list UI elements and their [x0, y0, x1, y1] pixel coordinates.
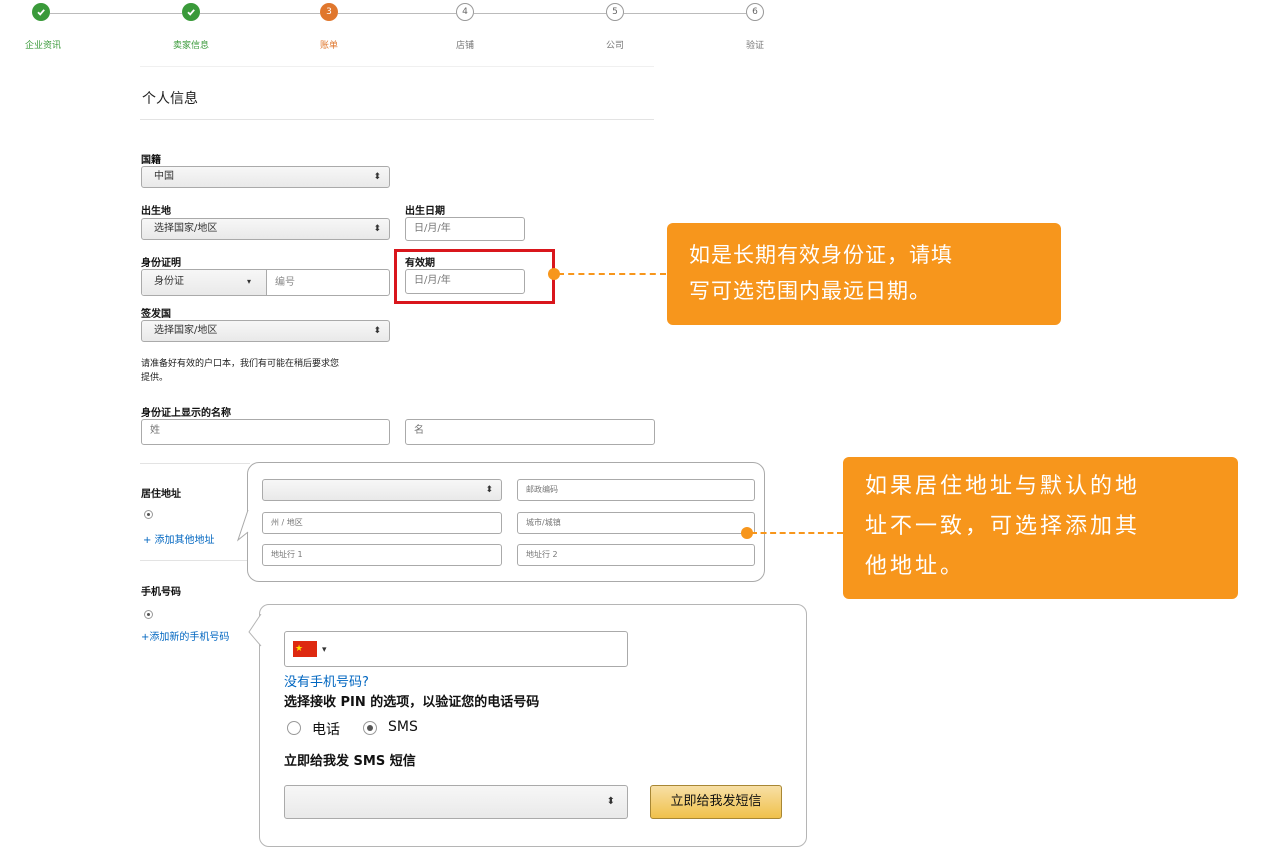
- step-6-number: 6: [746, 3, 764, 21]
- step-5-number: 5: [606, 3, 624, 21]
- state-placeholder: 州 / 地区: [271, 518, 303, 527]
- address-line1-placeholder: 地址行 1: [271, 550, 303, 559]
- issuing-country-label: 签发国: [141, 309, 171, 320]
- issuing-country-select[interactable]: 选择国家/地区 ⬍: [141, 320, 390, 342]
- step-2-label: 卖家信息: [172, 41, 210, 51]
- id-type-value: 身份证: [154, 276, 184, 287]
- caret-down-icon: ▾: [247, 277, 252, 286]
- address-line1-input[interactable]: 地址行 1: [262, 544, 502, 566]
- id-proof-label: 身份证明: [141, 258, 181, 269]
- option-call-label: 电话: [312, 722, 340, 738]
- address-popup-tail: [237, 510, 249, 542]
- address-divider: [140, 463, 250, 464]
- china-flag-icon[interactable]: ★: [293, 641, 317, 657]
- phone-number-input[interactable]: ★ ▾: [284, 631, 628, 667]
- address-callout-line-2: 址不一致，可选择添加其: [865, 514, 1141, 539]
- birthplace-select[interactable]: 选择国家/地区 ⬍: [141, 218, 390, 240]
- select-arrows-icon: ⬍: [373, 224, 381, 234]
- phone-label: 手机号码: [141, 587, 181, 598]
- city-placeholder: 城市/城镇: [526, 518, 561, 527]
- step-connector: [338, 13, 456, 14]
- birthplace-label: 出生地: [141, 206, 171, 217]
- step-6-label: 验证: [745, 41, 765, 51]
- expiry-callout-line: [558, 273, 666, 275]
- section-title: 个人信息: [142, 91, 198, 107]
- id-number-placeholder: 编号: [275, 277, 295, 288]
- option-sms-radio[interactable]: [363, 721, 377, 735]
- surname-placeholder: 姓: [150, 425, 160, 436]
- sms-select[interactable]: ⬍: [284, 785, 628, 819]
- address-popup: ⬍ 邮政编码 州 / 地区 城市/城镇 地址行 1 地址行 2: [247, 462, 765, 582]
- nationality-select[interactable]: 中国 ⬍: [141, 166, 390, 188]
- no-phone-link[interactable]: 没有手机号码?: [284, 671, 369, 690]
- address-radio[interactable]: [144, 510, 153, 519]
- address-line2-input[interactable]: 地址行 2: [517, 544, 755, 566]
- expiry-callout-line-2: 写可选范围内最远日期。: [689, 279, 931, 303]
- id-proof-group: 身份证 ▾ 编号: [141, 269, 390, 296]
- birth-date-input[interactable]: 日/月/年: [405, 217, 525, 241]
- step-3-label: 账单: [319, 41, 339, 51]
- option-call-radio[interactable]: [287, 721, 301, 735]
- step-3-number: 3: [320, 3, 338, 21]
- id-name-label: 身份证上显示的名称: [141, 408, 231, 419]
- step-1-check-icon: [32, 3, 50, 21]
- section-divider: [140, 119, 654, 120]
- select-arrows-icon: ⬍: [373, 326, 381, 336]
- top-divider: [140, 66, 654, 67]
- step-connector: [624, 13, 746, 14]
- surname-input[interactable]: 姓: [141, 419, 390, 445]
- flag-star-icon: ★: [295, 644, 304, 654]
- add-phone-link[interactable]: +添加新的手机号码: [141, 628, 229, 643]
- pin-heading: 选择接收 PIN 的选项，以验证您的电话号码: [284, 695, 540, 710]
- step-2-check-icon: [182, 3, 200, 21]
- nationality-value: 中国: [154, 171, 174, 182]
- step-connector: [200, 13, 320, 14]
- step-5-label: 公司: [605, 41, 625, 51]
- option-sms-label: SMS: [388, 719, 418, 735]
- postcode-input[interactable]: 邮政编码: [517, 479, 755, 501]
- address-country-select[interactable]: ⬍: [262, 479, 502, 501]
- birth-date-placeholder: 日/月/年: [414, 223, 451, 234]
- phone-radio[interactable]: [144, 610, 153, 619]
- expiry-callout-line-1: 如是长期有效身份证，请填: [689, 243, 953, 267]
- address-callout: 如果居住地址与默认的地 址不一致，可选择添加其 他地址。: [843, 457, 1238, 599]
- select-arrows-icon: ⬍: [485, 485, 493, 495]
- postcode-placeholder: 邮政编码: [526, 485, 558, 494]
- given-name-placeholder: 名: [414, 425, 424, 436]
- given-name-input[interactable]: 名: [405, 419, 655, 445]
- phone-popup-tail: [248, 614, 262, 647]
- id-type-select[interactable]: 身份证 ▾: [142, 270, 267, 295]
- address-callout-line: [751, 532, 843, 534]
- birth-date-label: 出生日期: [405, 206, 445, 217]
- birthplace-value: 选择国家/地区: [154, 223, 218, 234]
- address-callout-line-3: 他地址。: [865, 554, 966, 579]
- issuing-country-value: 选择国家/地区: [154, 325, 218, 336]
- city-input[interactable]: 城市/城镇: [517, 512, 755, 534]
- step-4-label: 店铺: [455, 41, 475, 51]
- step-4-number: 4: [456, 3, 474, 21]
- help-text-line-2: 提供。: [141, 373, 169, 383]
- phone-divider: [140, 560, 252, 561]
- select-arrows-icon: ⬍: [606, 796, 615, 807]
- send-sms-button[interactable]: 立即给我发短信: [650, 785, 782, 819]
- nationality-label: 国籍: [141, 155, 161, 166]
- help-text: 请准备好有效的户口本，我们有可能在稍后要求您 提供。: [141, 357, 339, 385]
- state-input[interactable]: 州 / 地区: [262, 512, 502, 534]
- sms-heading: 立即给我发 SMS 短信: [284, 754, 416, 769]
- address-callout-line-1: 如果居住地址与默认的地: [865, 474, 1141, 499]
- phone-popup: ★ ▾ 没有手机号码? 选择接收 PIN 的选项，以验证您的电话号码 电话 SM…: [259, 604, 807, 847]
- step-connector: [50, 13, 182, 14]
- expiry-highlight-box: [394, 249, 555, 304]
- address-line2-placeholder: 地址行 2: [526, 550, 558, 559]
- address-label: 居住地址: [141, 489, 181, 500]
- select-arrows-icon: ⬍: [373, 172, 381, 182]
- id-number-input[interactable]: 编号: [275, 270, 295, 295]
- help-text-line-1: 请准备好有效的户口本，我们有可能在稍后要求您: [141, 359, 340, 369]
- expiry-callout: 如是长期有效身份证，请填 写可选范围内最远日期。: [667, 223, 1061, 325]
- add-address-link[interactable]: + 添加其他地址: [143, 531, 215, 546]
- step-connector: [474, 13, 606, 14]
- caret-down-icon: ▾: [322, 645, 327, 655]
- step-1-label: 企业资讯: [24, 41, 62, 51]
